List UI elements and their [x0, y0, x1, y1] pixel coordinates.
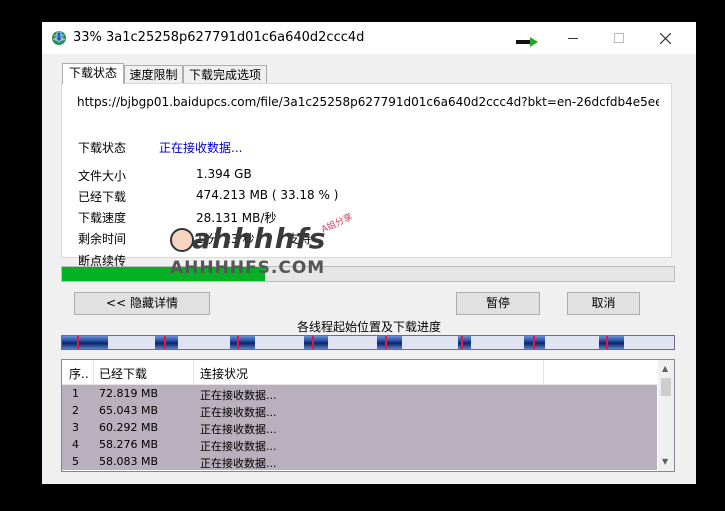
row-index: 1: [72, 387, 79, 400]
row-status: 正在接收数据...: [200, 423, 277, 436]
row-downloaded: 60.292 MB: [99, 421, 159, 434]
cancel-button[interactable]: 取消: [567, 292, 640, 315]
row-status: 正在接收数据...: [200, 457, 277, 470]
downloaded-value: 474.213 MB ( 33.18 % ): [196, 188, 339, 202]
row-index: 4: [72, 438, 79, 451]
close-button[interactable]: [642, 22, 688, 54]
row-index: 3: [72, 421, 79, 434]
tab-speed-limit[interactable]: 速度限制: [124, 65, 183, 84]
thread-marker: [606, 336, 609, 349]
file-size-label: 文件大小: [78, 169, 127, 183]
remaining-label: 剩余时间: [78, 232, 127, 246]
scroll-down-icon[interactable]: ▼: [662, 457, 668, 466]
scroll-thumb[interactable]: [661, 378, 671, 396]
row-downloaded: 58.276 MB: [99, 438, 159, 451]
thread-progress-bar: [61, 335, 675, 350]
thread-marker: [461, 336, 464, 349]
thread-list-header: 序.. 已经下载 连接状况: [62, 360, 657, 385]
row-status: 正在接收数据...: [200, 406, 277, 419]
maximize-button[interactable]: [596, 22, 642, 54]
thread-segment: [155, 336, 179, 349]
watermark: ahhhhfs A姐分享 AHHHHFS.COM: [170, 212, 390, 284]
title-bar[interactable]: 33% 3a1c25258p627791d01c6a640d2ccc4d: [42, 22, 696, 54]
mascot-icon: [170, 228, 194, 252]
file-size-value: 1.394 GB: [196, 167, 252, 181]
header-divider[interactable]: [543, 360, 544, 384]
header-divider[interactable]: [93, 360, 94, 384]
thread-segment: [599, 336, 624, 349]
status-label: 下载状态: [78, 141, 127, 155]
hide-details-button[interactable]: << 隐藏详情: [74, 292, 210, 315]
row-index: 5: [72, 455, 79, 468]
row-status: 正在接收数据...: [200, 389, 277, 402]
header-connection[interactable]: 连接状况: [200, 365, 248, 382]
table-row[interactable]: 1 72.819 MB 正在接收数据...: [62, 385, 657, 402]
row-index: 2: [72, 404, 79, 417]
thread-segment: [62, 336, 108, 349]
speed-label: 下载速度: [78, 211, 127, 225]
thread-segment: [377, 336, 402, 349]
maximize-icon: [614, 33, 624, 43]
thread-segment: [457, 336, 471, 349]
scroll-up-icon[interactable]: ▲: [662, 364, 668, 373]
thread-segment: [230, 336, 255, 349]
table-row[interactable]: 3 60.292 MB 正在接收数据...: [62, 419, 657, 436]
thread-list-scrollbar[interactable]: ▲ ▼: [658, 360, 674, 471]
tab-completion-options[interactable]: 下载完成选项: [183, 65, 267, 84]
thread-segment: [524, 336, 546, 349]
downloaded-label: 已经下载: [78, 190, 127, 204]
thread-marker: [384, 336, 387, 349]
thread-marker: [164, 336, 167, 349]
status-value: 正在接收数据...: [159, 141, 243, 155]
close-icon: [659, 32, 671, 44]
table-row[interactable]: 5 58.083 MB 正在接收数据...: [62, 453, 657, 470]
minimize-icon: [568, 38, 578, 39]
threads-title: 各线程起始位置及下载进度: [296, 320, 441, 334]
pause-button[interactable]: 暂停: [456, 292, 540, 315]
thread-list[interactable]: 序.. 已经下载 连接状况 1 72.819 MB 正在接收数据... 2 65.043…: [61, 359, 675, 472]
table-row[interactable]: 2 65.043 MB 正在接收数据...: [62, 402, 657, 419]
window-title: 33% 3a1c25258p627791d01c6a640d2ccc4d: [73, 30, 365, 45]
globe-download-icon: [52, 31, 66, 45]
watermark-text: ahhhhfs: [192, 222, 327, 255]
row-downloaded: 58.083 MB: [99, 455, 159, 468]
table-row[interactable]: 4 58.276 MB 正在接收数据...: [62, 436, 657, 453]
thread-marker: [532, 336, 535, 349]
header-downloaded[interactable]: 已经下载: [99, 365, 147, 382]
watermark-domain: AHHHHFS.COM: [170, 258, 326, 278]
minimize-button[interactable]: [550, 22, 596, 54]
thread-marker: [312, 336, 315, 349]
row-downloaded: 65.043 MB: [99, 404, 159, 417]
thread-marker: [77, 336, 80, 349]
header-index[interactable]: 序..: [69, 365, 89, 382]
download-url: https://bjbgp01.baidupcs.com/file/3a1c25…: [77, 95, 659, 109]
header-divider[interactable]: [193, 360, 194, 384]
row-downloaded: 72.819 MB: [99, 387, 159, 400]
tab-download-status[interactable]: 下载状态: [62, 63, 124, 84]
arrow-right-icon[interactable]: [516, 37, 538, 47]
thread-segment: [303, 336, 329, 349]
thread-marker: [237, 336, 240, 349]
row-status: 正在接收数据...: [200, 440, 277, 453]
